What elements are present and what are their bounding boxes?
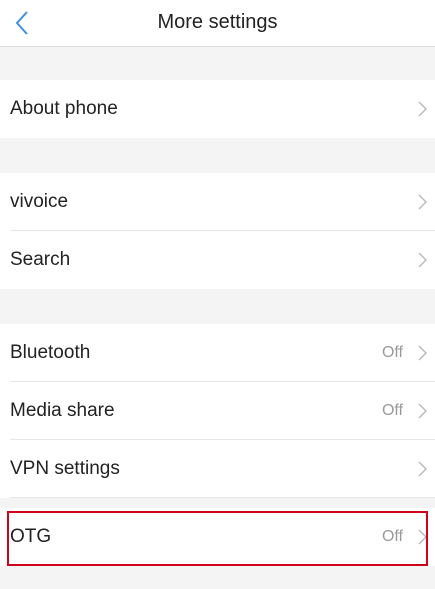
settings-item-vivoice[interactable]: vivoice [0, 173, 435, 231]
settings-item-vpn-settings[interactable]: VPN settings [0, 440, 435, 498]
divider [10, 497, 435, 498]
item-status: Off [381, 528, 403, 545]
item-label: About phone [10, 98, 118, 119]
back-button[interactable] [0, 0, 44, 46]
item-label: Search [10, 249, 71, 270]
chevron-left-icon [15, 11, 28, 35]
chevron-right-icon [418, 403, 427, 419]
page-title: More settings [157, 11, 278, 33]
settings-item-media-share[interactable]: Media share Off [0, 382, 435, 440]
settings-item-about-phone[interactable]: About phone [0, 80, 435, 138]
section-gap [0, 138, 435, 173]
item-status: Off [381, 402, 403, 419]
item-label: Media share [10, 400, 115, 421]
item-label: VPN settings [10, 458, 120, 479]
chevron-right-icon [418, 101, 427, 117]
chevron-right-icon [418, 461, 427, 477]
section-gap [0, 47, 435, 80]
chevron-right-icon [418, 345, 427, 361]
section-gap [0, 289, 435, 324]
settings-item-search[interactable]: Search [0, 231, 435, 289]
item-label: Bluetooth [10, 342, 91, 363]
item-status: Off [381, 344, 403, 361]
chevron-right-icon [418, 252, 427, 268]
settings-item-otg[interactable]: OTG Off [0, 508, 435, 566]
item-label: vivoice [10, 191, 69, 212]
top-bar: More settings [0, 0, 435, 47]
item-label: OTG [10, 526, 52, 547]
chevron-right-icon [418, 194, 427, 210]
chevron-right-icon [418, 529, 427, 545]
settings-item-bluetooth[interactable]: Bluetooth Off [0, 324, 435, 382]
